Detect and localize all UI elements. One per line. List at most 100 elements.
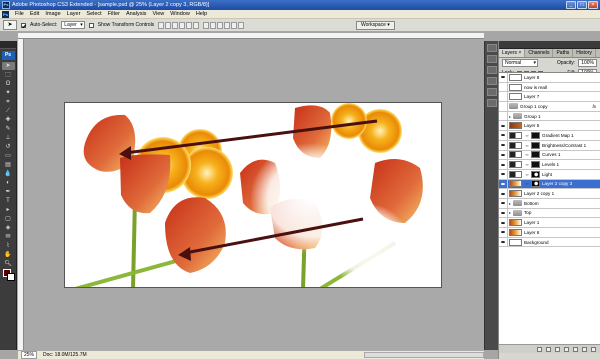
- layer-row[interactable]: Layer 6: [499, 228, 600, 238]
- visibility-eye-icon[interactable]: [499, 198, 508, 208]
- ps-menu-logo[interactable]: Ps: [2, 10, 9, 18]
- workspace-button[interactable]: Workspace: [356, 21, 395, 30]
- layer-row[interactable]: now is reall: [499, 82, 600, 93]
- visibility-eye-icon[interactable]: [499, 228, 508, 237]
- mask-link-icon[interactable]: ∞: [524, 162, 530, 167]
- distribute-hcenter-icon[interactable]: [231, 21, 238, 29]
- menu-window[interactable]: Window: [167, 10, 193, 19]
- layer-mask-thumbnail[interactable]: [531, 151, 540, 159]
- layer-row[interactable]: ▸ Top: [499, 208, 600, 219]
- layer-row[interactable]: ▸ Bottom: [499, 198, 600, 209]
- layer-mask-thumbnail[interactable]: [531, 141, 540, 149]
- brush-tool-icon[interactable]: ✎: [2, 125, 15, 133]
- horizontal-ruler[interactable]: [18, 33, 484, 39]
- visibility-eye-icon[interactable]: [499, 111, 508, 121]
- visibility-eye-icon[interactable]: [499, 121, 508, 131]
- visibility-eye-icon[interactable]: [499, 82, 508, 92]
- layer-row[interactable]: ∞ Curves 1: [499, 150, 600, 161]
- navigator-panel-icon[interactable]: [486, 44, 497, 52]
- tab-layers[interactable]: Layers ×: [499, 49, 526, 57]
- visibility-eye-icon[interactable]: [499, 189, 508, 198]
- layer-row[interactable]: ▸ Group 1: [499, 111, 600, 122]
- distribute-right-icon[interactable]: [238, 21, 245, 29]
- layers-panel-header[interactable]: [499, 41, 600, 49]
- group-expand-icon[interactable]: ▸: [509, 114, 511, 119]
- horizontal-scrollbar[interactable]: [364, 352, 484, 358]
- visibility-eye-icon[interactable]: [499, 179, 508, 189]
- type-tool-icon[interactable]: T: [2, 197, 15, 205]
- magic-wand-tool-icon[interactable]: ✦: [2, 89, 15, 97]
- layer-mask-thumbnail[interactable]: [531, 161, 540, 169]
- color-panel-icon[interactable]: [486, 66, 497, 74]
- layer-row[interactable]: ∞ Layer 2 copy 3: [499, 179, 600, 190]
- opacity-input[interactable]: 100%: [578, 59, 597, 67]
- visibility-eye-icon[interactable]: [499, 169, 508, 179]
- layer-row[interactable]: Group 1 copy fx: [499, 102, 600, 112]
- menu-help[interactable]: Help: [193, 10, 210, 19]
- background-color-swatch[interactable]: [7, 273, 15, 281]
- eyedropper-tool-icon[interactable]: ⌇: [2, 242, 15, 250]
- brushes-panel-icon[interactable]: [486, 99, 497, 107]
- menu-edit[interactable]: Edit: [27, 10, 42, 19]
- close-button[interactable]: ×: [588, 1, 598, 9]
- visibility-eye-icon[interactable]: [499, 150, 508, 160]
- tab-channels[interactable]: Channels: [525, 49, 554, 57]
- marquee-tool-icon[interactable]: ⬚: [2, 71, 15, 79]
- lasso-tool-icon[interactable]: ʘ: [2, 80, 15, 88]
- visibility-eye-icon[interactable]: [499, 237, 508, 247]
- visibility-eye-icon[interactable]: [499, 208, 508, 218]
- minimize-button[interactable]: _: [566, 1, 576, 9]
- tab-paths[interactable]: Paths: [553, 49, 574, 57]
- add-mask-icon[interactable]: [555, 346, 560, 352]
- new-group-icon[interactable]: [573, 346, 578, 352]
- mask-link-icon[interactable]: ∞: [524, 152, 530, 157]
- visibility-eye-icon[interactable]: [499, 131, 508, 140]
- blur-tool-icon[interactable]: 💧: [2, 170, 15, 178]
- swatches-panel-icon[interactable]: [486, 77, 497, 85]
- align-left-icon[interactable]: [179, 21, 186, 29]
- notes-tool-icon[interactable]: ✉: [2, 233, 15, 241]
- move-tool-preset[interactable]: ➤: [3, 20, 17, 30]
- layer-row[interactable]: Background: [499, 237, 600, 248]
- align-top-icon[interactable]: [158, 21, 165, 29]
- image-canvas[interactable]: [64, 102, 442, 288]
- layer-row[interactable]: Layer 2 copy 1: [499, 189, 600, 199]
- move-tool-icon[interactable]: ➤: [1, 62, 15, 70]
- info-panel-icon[interactable]: [486, 55, 497, 63]
- layer-row[interactable]: Layer 1: [499, 218, 600, 228]
- distribute-left-icon[interactable]: [224, 21, 231, 29]
- layer-row[interactable]: ∞ Gradient Map 1: [499, 131, 600, 141]
- visibility-eye-icon[interactable]: [499, 92, 508, 102]
- healing-brush-tool-icon[interactable]: ✚: [2, 116, 15, 124]
- menu-analysis[interactable]: Analysis: [123, 10, 149, 19]
- align-right-icon[interactable]: [193, 21, 200, 29]
- blend-mode-dropdown[interactable]: Normal: [502, 59, 538, 67]
- visibility-eye-icon[interactable]: [499, 160, 508, 169]
- auto-select-dropdown[interactable]: Layer: [61, 21, 85, 29]
- new-adjustment-icon[interactable]: [564, 346, 569, 352]
- layer-row[interactable]: ∞ Levels 1: [499, 160, 600, 170]
- auto-select-checkbox[interactable]: [21, 22, 26, 28]
- distribute-vcenter-icon[interactable]: [210, 21, 217, 29]
- gradient-tool-icon[interactable]: ▤: [2, 161, 15, 169]
- layer-row[interactable]: Layer 8: [499, 73, 600, 83]
- distribute-bottom-icon[interactable]: [217, 21, 224, 29]
- slice-tool-icon[interactable]: ⟋: [2, 107, 15, 115]
- maximize-button[interactable]: □: [577, 1, 587, 9]
- show-transform-checkbox[interactable]: [88, 22, 94, 28]
- tools-panel-header[interactable]: [0, 41, 16, 49]
- distribute-top-icon[interactable]: [203, 21, 210, 29]
- add-style-icon[interactable]: [546, 346, 551, 352]
- visibility-eye-icon[interactable]: [499, 218, 508, 227]
- layer-mask-thumbnail[interactable]: [531, 170, 540, 178]
- menu-filter[interactable]: Filter: [105, 10, 123, 19]
- mask-link-icon[interactable]: ∞: [524, 143, 530, 148]
- styles-panel-icon[interactable]: [486, 88, 497, 96]
- layer-effects-icon[interactable]: fx: [592, 104, 596, 109]
- history-brush-tool-icon[interactable]: ↺: [2, 143, 15, 151]
- vertical-ruler[interactable]: [18, 39, 24, 350]
- menu-select[interactable]: Select: [83, 10, 104, 19]
- layer-row[interactable]: Layer 7: [499, 92, 600, 103]
- menu-file[interactable]: File: [12, 10, 27, 19]
- menu-layer[interactable]: Layer: [64, 10, 84, 19]
